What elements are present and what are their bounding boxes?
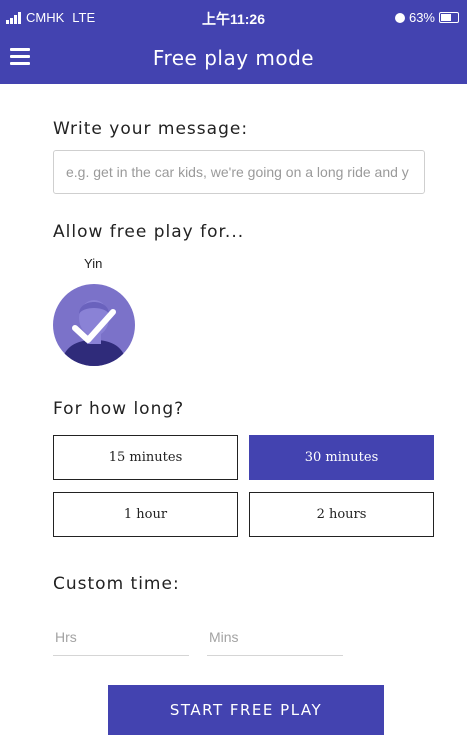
child-name-label: Yin — [84, 256, 103, 271]
message-heading: Write your message: — [53, 119, 249, 139]
message-input[interactable] — [53, 150, 425, 194]
duration-heading: For how long? — [53, 399, 185, 419]
page-title: Free play mode — [152, 46, 315, 70]
duration-15-minutes-button[interactable]: 15 minutes — [53, 435, 238, 480]
status-right: 63% — [394, 10, 459, 25]
custom-hours-input[interactable] — [53, 618, 189, 656]
battery-fill — [441, 14, 451, 21]
alarm-icon — [394, 12, 405, 23]
battery-icon — [439, 12, 459, 23]
duration-30-minutes-button[interactable]: 30 minutes — [249, 435, 434, 480]
app-header: Free play mode — [0, 34, 467, 84]
duration-2-hours-button[interactable]: 2 hours — [249, 492, 434, 537]
custom-time-heading: Custom time: — [53, 574, 180, 594]
status-bar: CMHK LTE 上午11:26 63% — [0, 0, 467, 34]
allow-heading: Allow free play for... — [53, 222, 245, 242]
battery-percent: 63% — [408, 10, 435, 25]
duration-1-hour-button[interactable]: 1 hour — [53, 492, 238, 537]
start-free-play-button[interactable]: START FREE PLAY — [108, 685, 384, 735]
custom-minutes-input[interactable] — [207, 618, 343, 656]
child-avatar-yin[interactable] — [53, 284, 135, 366]
child-avatar-icon — [53, 284, 135, 366]
